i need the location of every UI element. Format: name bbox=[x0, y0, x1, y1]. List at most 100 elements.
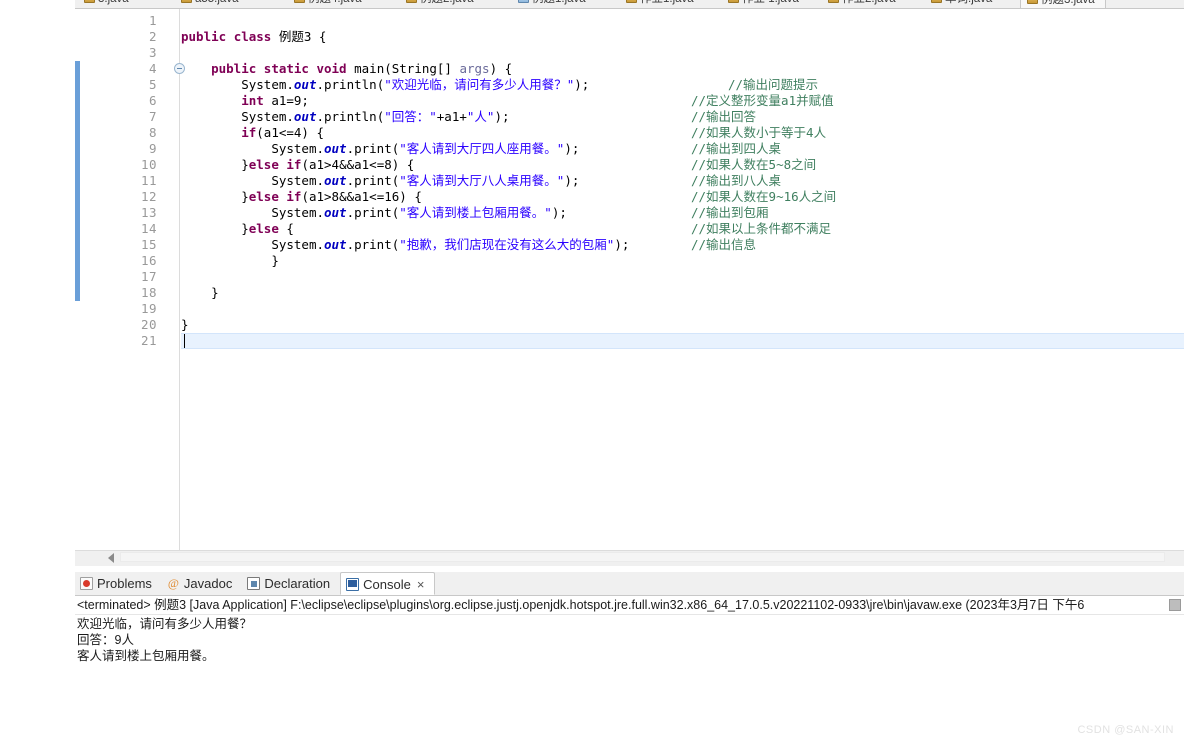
console-scroll-button[interactable] bbox=[1169, 599, 1181, 611]
editor-tab-6[interactable]: 作业 1.java bbox=[722, 0, 809, 8]
code-token-pln: (a1>4&&a1<=8) { bbox=[301, 157, 415, 172]
editor-tab-7[interactable]: 作业2.java bbox=[822, 0, 906, 8]
code-token-pln: } bbox=[181, 317, 189, 332]
code-line[interactable]: System.out.print("客人请到楼上包厢用餐。"); bbox=[181, 205, 1184, 221]
code-token-str: "欢迎光临，请问有多少人用餐？" bbox=[384, 77, 575, 92]
scroll-left-arrow-icon[interactable] bbox=[108, 553, 114, 563]
code-line[interactable]: int a1=9; bbox=[181, 93, 1184, 109]
code-text-area[interactable]: public class 例题3 { public static void ma… bbox=[181, 9, 1184, 550]
code-token-pln: .print( bbox=[346, 173, 400, 188]
line-number: 5 bbox=[148, 77, 157, 92]
editor-tab-9[interactable]: 例题3.java bbox=[1020, 0, 1106, 8]
code-token-pln: .println( bbox=[316, 109, 385, 124]
line-number: 11 bbox=[140, 173, 157, 188]
editor-tab-label: 例题3.java bbox=[1041, 0, 1095, 6]
code-token-pln: (a1<=4) { bbox=[256, 125, 325, 140]
java-file-icon bbox=[406, 0, 417, 3]
line-number: 20 bbox=[140, 317, 157, 332]
line-number-ruler[interactable]: 1 2 3 4 5 6 7 8 9 10 11 12 13 14 15 16 17 18 19 20 21 bbox=[81, 9, 185, 550]
code-line[interactable]: }else if(a1>4&&a1<=8) { bbox=[181, 157, 1184, 173]
code-token-pln: .print( bbox=[346, 141, 400, 156]
code-line[interactable]: public class 例题3 { bbox=[181, 29, 1184, 45]
code-line[interactable]: } bbox=[181, 285, 1184, 301]
code-line[interactable]: }else if(a1>8&&a1<=16) { bbox=[181, 189, 1184, 205]
code-line[interactable] bbox=[181, 13, 1184, 29]
code-token-fld: out bbox=[324, 205, 347, 220]
view-tab-bar[interactable]: Problems @ Javadoc Declaration Console × bbox=[75, 572, 1184, 596]
editor-tab-2[interactable]: 例题4.java bbox=[288, 0, 372, 8]
code-comment: //如果人数在9~16人之间 bbox=[691, 189, 837, 204]
editor-tab-label: 3.java bbox=[98, 0, 129, 5]
code-token-pln: } bbox=[211, 285, 219, 300]
code-token-pln: ); bbox=[564, 141, 580, 156]
code-token-kw: else bbox=[248, 157, 279, 172]
editor-tab-0[interactable]: 3.java bbox=[78, 0, 139, 8]
code-comment: //输出到包厢 bbox=[691, 205, 769, 220]
java-file-icon bbox=[931, 0, 942, 3]
code-token-kw: if bbox=[286, 189, 302, 204]
code-line[interactable]: System.out.print("客人请到大厅四人座用餐。"); bbox=[181, 141, 1184, 157]
code-line[interactable] bbox=[181, 45, 1184, 61]
editor-tab-4[interactable]: 例题1.java bbox=[512, 0, 596, 8]
javadoc-icon: @ bbox=[167, 576, 179, 590]
code-token-str: "客人请到大厅四人座用餐。" bbox=[399, 141, 565, 156]
code-token-kw: public bbox=[211, 61, 257, 76]
code-line[interactable]: if(a1<=4) { bbox=[181, 125, 1184, 141]
code-line[interactable]: System.out.print("抱歉，我们店现在没有这么大的包厢"); bbox=[181, 237, 1184, 253]
code-line[interactable]: System.out.print("客人请到大厅八人桌用餐。"); bbox=[181, 173, 1184, 189]
code-line[interactable]: System.out.println("回答："+a1+"人"); bbox=[181, 109, 1184, 125]
code-line[interactable]: }else { bbox=[181, 221, 1184, 237]
code-comment: //输出到八人桌 bbox=[691, 173, 782, 188]
scrollbar-thumb[interactable] bbox=[120, 552, 1165, 562]
code-comment: //输出回答 bbox=[691, 109, 757, 124]
code-comment: //定义整形变量a1并赋值 bbox=[691, 93, 834, 108]
code-line[interactable] bbox=[181, 301, 1184, 317]
editor-tab-1[interactable]: a55.java bbox=[175, 0, 248, 8]
code-line[interactable]: } bbox=[181, 317, 1184, 333]
view-tab-javadoc[interactable]: @ Javadoc bbox=[162, 572, 242, 595]
code-token-fld: out bbox=[324, 237, 347, 252]
line-number: 12 bbox=[140, 189, 157, 204]
editor-tab-bar[interactable]: 3.java a55.java 例题4.java 例题2.java 例题1.java 作业… bbox=[75, 0, 1184, 9]
editor-tab-3[interactable]: 例题2.java bbox=[400, 0, 484, 8]
line-number: 15 bbox=[140, 237, 157, 252]
code-line[interactable] bbox=[181, 333, 1184, 349]
console-divider bbox=[75, 614, 1184, 615]
console-panel[interactable]: <terminated> 例题3 [Java Application] F:\e… bbox=[75, 596, 1184, 742]
editor-tab-label: 作业1.java bbox=[640, 0, 694, 5]
code-token-fld: out bbox=[293, 77, 317, 92]
code-editor[interactable]: 1 2 3 4 5 6 7 8 9 10 11 12 13 14 15 16 17 18 19 20 21 public… bbox=[75, 9, 1184, 550]
close-icon[interactable]: × bbox=[417, 577, 425, 592]
editor-horizontal-scrollbar[interactable] bbox=[75, 550, 1184, 566]
code-comment: //如果以上条件都不满足 bbox=[691, 221, 832, 236]
line-number: 2 bbox=[148, 29, 157, 44]
method-range-indicator bbox=[75, 61, 80, 301]
view-tab-console[interactable]: Console × bbox=[340, 572, 436, 595]
console-output: 欢迎光临，请问有多少人用餐？ 回答：9人 客人请到楼上包厢用餐。 bbox=[77, 616, 252, 664]
editor-tab-5[interactable]: 作业1.java bbox=[620, 0, 704, 8]
problems-icon bbox=[80, 577, 93, 590]
scrollbar-track[interactable] bbox=[120, 551, 1182, 563]
line-number: 10 bbox=[140, 157, 157, 172]
view-tab-declaration[interactable]: Declaration bbox=[242, 572, 340, 595]
line-number: 6 bbox=[148, 93, 157, 108]
code-token-pln: ); bbox=[494, 109, 510, 124]
console-output-line: 欢迎光临，请问有多少人用餐？ bbox=[77, 617, 253, 631]
code-token-str: "人" bbox=[466, 109, 495, 124]
java-file-icon bbox=[1027, 0, 1038, 4]
code-line[interactable]: } bbox=[181, 253, 1184, 269]
editor-tab-8[interactable]: 单词.java bbox=[925, 0, 1002, 8]
code-line[interactable] bbox=[181, 269, 1184, 285]
text-caret bbox=[184, 334, 185, 348]
left-edge-strip bbox=[0, 0, 75, 742]
code-line[interactable]: public static void main(String[] args) { bbox=[181, 61, 1184, 77]
code-comment: //输出问题提示 bbox=[728, 77, 819, 92]
view-tab-problems[interactable]: Problems bbox=[75, 572, 162, 595]
code-line[interactable]: System.out.println("欢迎光临，请问有多少人用餐？"); bbox=[181, 77, 1184, 93]
code-token-pln: } bbox=[241, 189, 249, 204]
